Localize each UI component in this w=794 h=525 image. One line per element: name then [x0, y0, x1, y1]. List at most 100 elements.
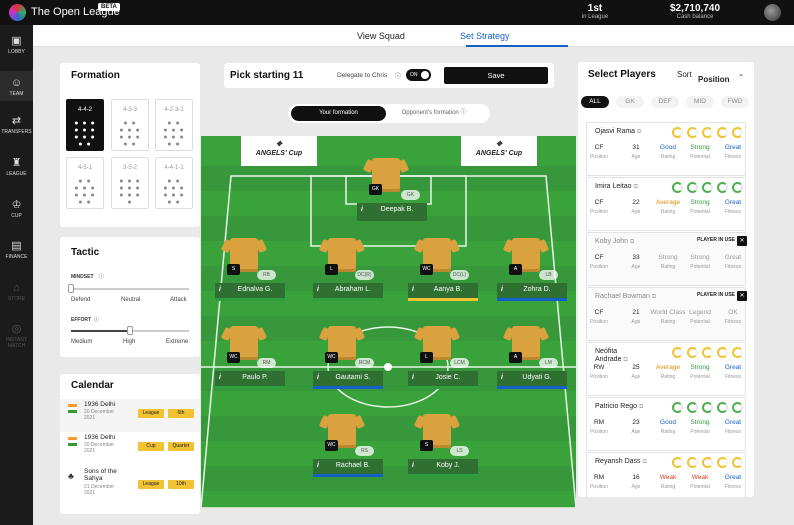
delegate-toggle[interactable]: ON [406, 69, 431, 81]
beta-badge: BETA [98, 3, 120, 11]
tab-view-squad[interactable]: View Squad [357, 31, 405, 41]
pitch-player[interactable]: S RB i Ednalva G. [215, 238, 285, 318]
external-link-icon: ⧉ [623, 357, 628, 363]
calendar-title: Calendar [71, 380, 114, 391]
pitch-player[interactable]: GK GK i Deepak B. [357, 158, 427, 238]
player-card-name: Imira Leitao ⧉ [595, 183, 638, 190]
pitch-player[interactable]: S LS i Koby J. [408, 414, 478, 494]
sidebar-item-transfers[interactable]: ⇄ TRANSFERS [0, 115, 33, 135]
store-icon: ⌂ [13, 282, 20, 294]
filter-all[interactable]: ALL [581, 96, 609, 108]
calendar-item[interactable]: ♣ Sons of the Sahya 21 December 2021 Lea… [60, 466, 200, 499]
player-status-bar [313, 386, 383, 389]
player-fitness-label: Fitness [724, 154, 742, 160]
close-icon[interactable]: ✕ [737, 291, 747, 301]
mindset-slider-track[interactable] [71, 288, 189, 290]
player-potential-label: Potential [690, 319, 710, 325]
pitch-player[interactable]: WC DC(L) i Aanya B. [408, 238, 478, 318]
player-role-badge: DC(L) [450, 270, 469, 280]
player-card[interactable]: Koby John ⧉ PLAYER IN USE ✕ CF Position 33 Age… [586, 232, 747, 286]
player-card[interactable]: Ojasvi Rama ⧉ CF Position 31 Age Good Rating St… [586, 122, 746, 176]
external-link-icon: ⧉ [638, 404, 644, 410]
info-icon: i [361, 206, 363, 213]
player-role-badge: RB [257, 270, 276, 280]
player-name-plate: i Josie C. [408, 371, 478, 389]
calendar-type-chip: League [138, 409, 164, 418]
player-rating: Good [660, 144, 676, 151]
chevron-down-icon: ⌄ [738, 71, 744, 78]
player-rating-label: Rating [660, 319, 676, 325]
avatar[interactable] [764, 4, 781, 21]
player-card[interactable]: Neófita Andrade ⧉ RW Position 25 Age Average R… [586, 342, 746, 396]
pitch-player[interactable]: WC RS i Rachael B. [313, 414, 383, 494]
player-age: 22 [632, 199, 640, 206]
sidebar-item-store[interactable]: ⌂ STORE [0, 282, 33, 302]
calendar-item[interactable]: 1936 Delhi 20 December 2021 League 6th [60, 399, 200, 432]
page-tabs: View Squad Set Strategy [33, 25, 794, 47]
player-card[interactable]: Imira Leitao ⧉ CF Position 22 Age Average Rati… [586, 177, 746, 231]
filter-gk[interactable]: GK [616, 96, 644, 108]
player-position-badge: WC [420, 264, 433, 275]
player-status-bar [408, 298, 478, 301]
formation-option-4-3-3[interactable]: 4-3-3 ● ● ● ● ● ● ● ● ● ● [111, 99, 149, 151]
player-name-plate: i Abraham L. [313, 283, 383, 301]
pitch-player[interactable]: WC RM i Paulo P. [215, 326, 285, 406]
save-button[interactable]: Save [444, 67, 548, 84]
info-icon: i [317, 374, 319, 381]
filter-mid[interactable]: MID [686, 96, 714, 108]
sponsor-board-right: ✥ ANGELS' Cup [461, 136, 537, 166]
player-card-name: Koby John ⧉ [595, 238, 635, 245]
effort-slider-handle[interactable] [127, 326, 133, 335]
mindset-slider-handle[interactable] [68, 284, 74, 293]
attribute-gauge-icon [732, 127, 743, 138]
pitch-player[interactable]: WC RCM i Gautami S. [313, 326, 383, 406]
filter-fwd[interactable]: FWD [721, 96, 749, 108]
attribute-gauge-icon [687, 457, 698, 468]
attribute-gauge-icon [717, 182, 728, 193]
filter-def[interactable]: DEF [651, 96, 679, 108]
sidebar-item-league[interactable]: ♜ LEAGUE [0, 157, 33, 177]
sidebar-item-instant-match[interactable]: ◎ INSTANT MATCH [0, 323, 33, 349]
formation-option-3-5-2[interactable]: 3-5-2 ● ● ● ● ● ● ● ● ● ● [111, 157, 149, 209]
player-card[interactable]: Patricio Rego ⧉ RM Position 23 Age Good Rating… [586, 397, 746, 451]
calendar-type-chip: League [138, 480, 164, 489]
opponent-formation-button[interactable]: Opponent's formation ⓘ [392, 106, 476, 121]
player-age: 25 [632, 364, 640, 371]
sidebar-item-cup[interactable]: ♔ CUP [0, 199, 33, 219]
league-icon: ♜ [11, 157, 22, 169]
attribute-gauge-icon [702, 182, 713, 193]
sort-select[interactable]: Position ⌄ [698, 69, 748, 84]
formation-option-4-2-3-1[interactable]: 4-2-3-1 ● ● ● ● ● ● ● ● ● ● [155, 99, 193, 151]
player-name-plate: i Zohra D. [497, 283, 567, 301]
player-fitness-label: Fitness [724, 429, 742, 435]
sidebar-item-lobby[interactable]: ▣ LOBBY [0, 35, 33, 55]
player-age: 16 [632, 474, 640, 481]
formation-option-4-5-1[interactable]: 4-5-1 ● ● ● ● ● ● ● ● ● ● [66, 157, 104, 209]
player-card[interactable]: Rachael Bowman ⧉ PLAYER IN USE ✕ CF Position… [586, 287, 747, 341]
tab-set-strategy[interactable]: Set Strategy [460, 31, 510, 41]
player-card[interactable]: Reyansh Dass ⧉ RM Position 16 Age Weak Rating W… [586, 452, 746, 497]
player-age-label: Age [631, 154, 641, 160]
your-formation-button[interactable]: Your formation [291, 106, 386, 121]
pitch-player[interactable]: A LM i Udyati G. [497, 326, 567, 406]
calendar-item[interactable]: 1936 Delhi 20 December 2021 Cup Quarter [60, 432, 200, 465]
player-status-bar [215, 298, 285, 301]
player-status-bar [357, 218, 427, 221]
attribute-gauge-icon [732, 402, 743, 413]
formation-option-4-4-2[interactable]: 4-4-2 ● ● ● ● ● ● ● ● ● ● ● [66, 99, 104, 151]
effort-label: EFFORT [71, 317, 91, 323]
top-bar: The Open League BETA 1st in League $2,710… [0, 0, 794, 25]
pitch-player[interactable]: A LB i Zohra D. [497, 238, 567, 318]
player-pos-label: Position [590, 319, 608, 325]
pitch-player[interactable]: L DC(R) i Abraham L. [313, 238, 383, 318]
formation-option-4-4-1-1[interactable]: 4-4-1-1 ● ● ● ● ● ● ● ● ● ● [155, 157, 193, 209]
sidebar-item-team[interactable]: ☺ TEAM [0, 71, 33, 101]
player-role-badge: LS [450, 446, 469, 456]
close-icon[interactable]: ✕ [737, 236, 747, 246]
player-potential: Strong [690, 199, 710, 206]
sidebar-item-finance[interactable]: ▤ FINANCE [0, 240, 33, 260]
sidebar: ▣ LOBBY ☺ TEAM ⇄ TRANSFERS ♜ LEAGUE ♔ CUP ▤ FI… [0, 25, 33, 525]
info-icon: i [412, 462, 414, 469]
pitch-player[interactable]: L LCM i Josie C. [408, 326, 478, 406]
attribute-gauge-icon [672, 347, 683, 358]
